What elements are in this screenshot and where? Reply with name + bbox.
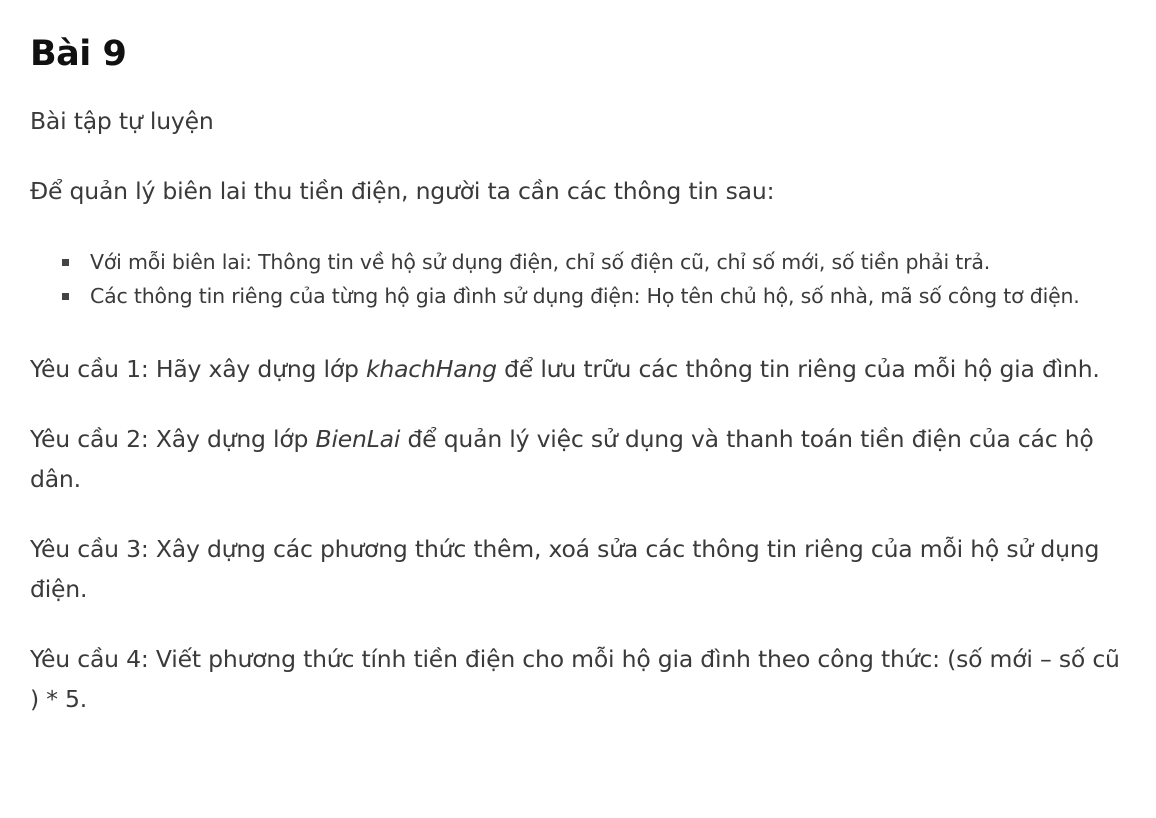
square-bullet-icon — [62, 293, 69, 300]
list-item: Các thông tin riêng của từng hộ gia đình… — [62, 279, 1126, 313]
square-bullet-icon — [62, 259, 69, 266]
requirement-3: Yêu cầu 3: Xây dựng các phương thức thêm… — [30, 535, 1100, 603]
requirement-1: Yêu cầu 1: Hãy xây dựng lớp khachHang để… — [30, 349, 1126, 389]
requirement-4: Yêu cầu 4: Viết phương thức tính tiền đi… — [30, 645, 1120, 713]
info-list: Với mỗi biên lai: Thông tin về hộ sử dụn… — [30, 245, 1126, 313]
class-name-bienlai: BienLai — [315, 425, 401, 453]
article-content: Bài 9 Bài tập tự luyện Để quản lý biên l… — [0, 0, 1156, 719]
page-title: Bài 9 — [30, 34, 127, 74]
requirement-1-suffix: để lưu trữu các thông tin riêng của mỗi … — [496, 355, 1100, 383]
list-item-text: Với mỗi biên lai: Thông tin về hộ sử dụn… — [90, 250, 991, 274]
requirement-2: Yêu cầu 2: Xây dựng lớp BienLai để quản … — [30, 419, 1126, 499]
class-name-khachhang: khachHang — [366, 355, 497, 383]
list-item-text: Các thông tin riêng của từng hộ gia đình… — [90, 284, 1080, 308]
list-item: Với mỗi biên lai: Thông tin về hộ sử dụn… — [62, 245, 1126, 279]
requirement-2-prefix: Yêu cầu 2: Xây dựng lớp — [30, 425, 316, 453]
requirement-1-prefix: Yêu cầu 1: Hãy xây dựng lớp — [30, 355, 366, 383]
intro-paragraph: Để quản lý biên lai thu tiền điện, người… — [30, 177, 775, 205]
subtitle: Bài tập tự luyện — [30, 107, 214, 135]
